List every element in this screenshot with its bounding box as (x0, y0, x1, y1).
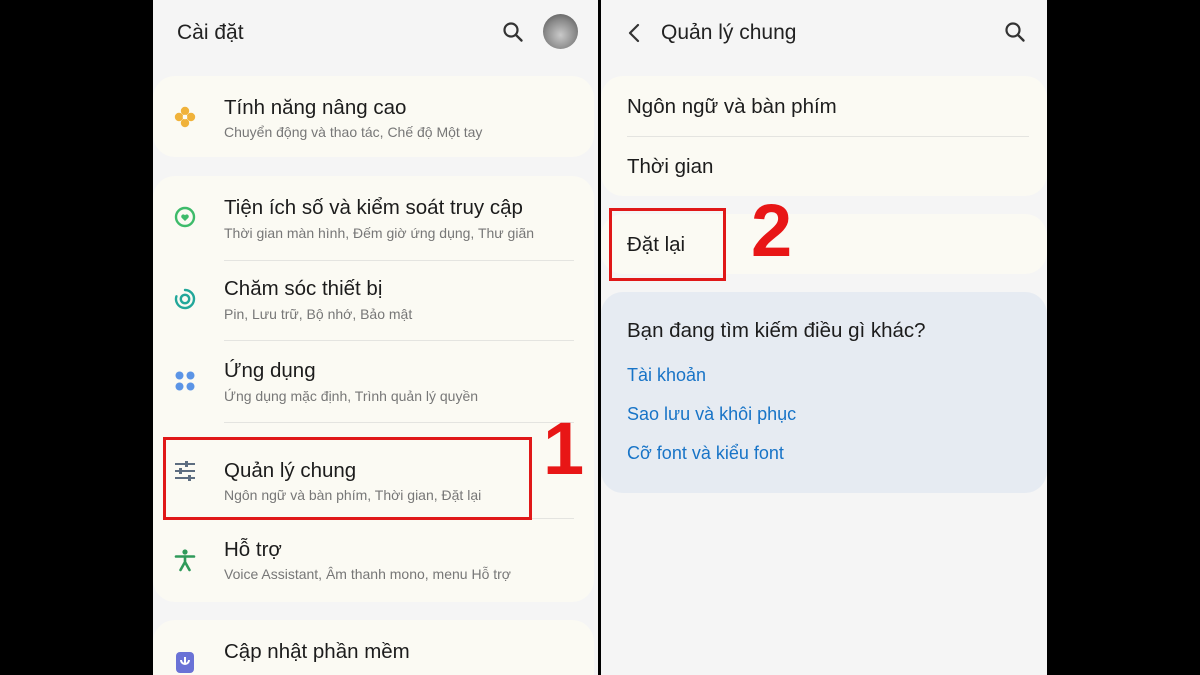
settings-item-advanced-features[interactable]: Tính năng nâng cao Chuyển động và thao t… (153, 76, 594, 157)
avatar[interactable] (543, 14, 578, 49)
step-number-1: 1 (543, 407, 585, 490)
search-icon[interactable] (502, 21, 524, 43)
item-title: Ngôn ngữ và bàn phím (627, 95, 837, 118)
page-title: Quản lý chung (661, 21, 797, 44)
link-backup-restore[interactable]: Sao lưu và khôi phục (627, 404, 796, 425)
item-subtitle: Chuyển động và thao tác, Chế độ Một tay (224, 124, 483, 140)
settings-group-update: Cập nhật phần mềm (153, 620, 594, 675)
settings-item-software-update[interactable]: Cập nhật phần mềm (153, 620, 594, 675)
settings-item-device-care[interactable]: Chăm sóc thiết bị Pin, Lưu trữ, Bộ nhớ, … (153, 260, 594, 340)
settings-item-apps[interactable]: Ứng dụng Ứng dụng mặc định, Trình quản l… (153, 340, 594, 422)
settings-item-accessibility[interactable]: Hỗ trợ Voice Assistant, Âm thanh mono, m… (153, 518, 594, 602)
item-title: Ứng dụng (224, 359, 316, 382)
item-title: Tính năng nâng cao (224, 96, 407, 119)
suggestions-heading: Bạn đang tìm kiếm điều gì khác? (627, 319, 926, 342)
digital-wellbeing-icon (174, 206, 196, 228)
advanced-features-icon (174, 106, 196, 128)
general-management-screen: Quản lý chung Ngôn ngữ và bàn phím Thời … (601, 0, 1047, 675)
link-accounts[interactable]: Tài khoản (627, 365, 706, 386)
highlight-box-step-2 (609, 208, 726, 281)
item-subtitle: Pin, Lưu trữ, Bộ nhớ, Bảo mật (224, 306, 413, 322)
item-subtitle: Ứng dụng mặc định, Trình quản lý quyền (224, 388, 479, 404)
item-subtitle: Thời gian màn hình, Đếm giờ ứng dụng, Th… (224, 225, 535, 241)
settings-screen: Cài đặt Tính năng nâng cao Chuyển động v… (153, 0, 598, 675)
link-font-size-style[interactable]: Cỡ font và kiểu font (627, 443, 784, 464)
item-title: Cập nhật phần mềm (224, 640, 410, 663)
item-subtitle: Voice Assistant, Âm thanh mono, menu Hỗ … (224, 566, 511, 582)
item-title: Hỗ trợ (224, 538, 282, 561)
settings-group-main: Tiện ích số và kiểm soát truy cập Thời g… (153, 176, 594, 602)
item-title: Tiện ích số và kiểm soát truy cập (224, 196, 523, 219)
settings-item-digital-wellbeing[interactable]: Tiện ích số và kiểm soát truy cập Thời g… (153, 176, 594, 260)
suggestions-card: Bạn đang tìm kiếm điều gì khác? Tài khoả… (601, 292, 1047, 493)
highlight-box-step-1 (163, 437, 532, 520)
apps-icon (175, 371, 195, 391)
item-title: Thời gian (627, 155, 714, 178)
settings-group-advanced: Tính năng nâng cao Chuyển động và thao t… (153, 76, 594, 157)
settings-item-language-keyboard[interactable]: Ngôn ngữ và bàn phím (601, 76, 1047, 136)
software-update-icon (176, 652, 194, 673)
step-number-2: 2 (751, 189, 793, 272)
device-care-icon (174, 288, 196, 310)
search-icon[interactable] (1004, 21, 1026, 43)
accessibility-icon (174, 549, 196, 572)
back-arrow-icon[interactable] (625, 22, 645, 44)
item-title: Chăm sóc thiết bị (224, 277, 383, 300)
general-options-group: Ngôn ngữ và bàn phím Thời gian (601, 76, 1047, 196)
page-title: Cài đặt (177, 21, 244, 44)
settings-item-date-time[interactable]: Thời gian (601, 136, 1047, 196)
